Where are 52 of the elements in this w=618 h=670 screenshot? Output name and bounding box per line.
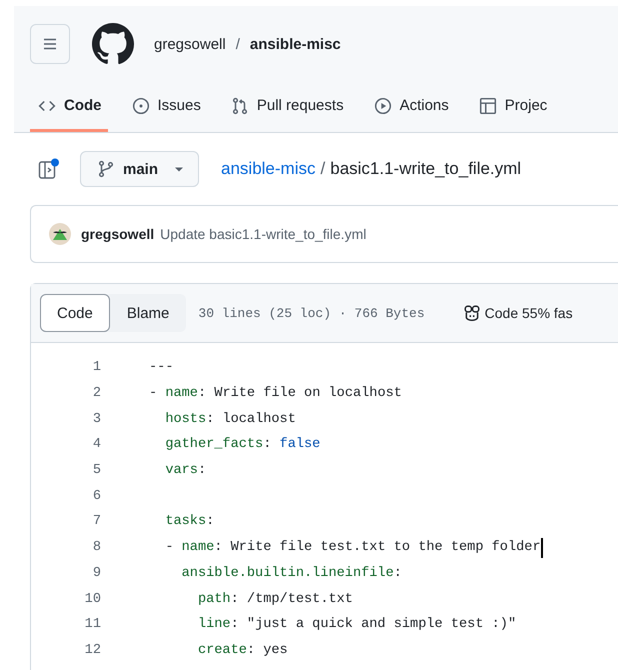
code-line: - name: Write file test.txt to the temp folder [164, 540, 541, 556]
code-line: gather_facts: false [164, 437, 320, 452]
view-toggle[interactable]: Blame [110, 294, 186, 332]
line-number: 8 [92, 540, 101, 556]
line-number: 10 [84, 592, 101, 607]
file-info: 30 lines (25 loc) · 766 Bytes [198, 306, 425, 320]
commit-message[interactable]: Update basic1.1-write_to_file.yml [160, 226, 366, 242]
pull-request-icon [230, 96, 249, 114]
line-number: 1 [92, 360, 101, 376]
line-number: 11 [84, 617, 101, 632]
nav-tab[interactable]: Code [30, 82, 108, 132]
line-number: 12 [84, 642, 101, 658]
robot-icon [462, 304, 481, 322]
repo-link[interactable]: ansible-misc [221, 159, 316, 179]
file-name: basic1.1-write_to_file.yml [330, 159, 522, 179]
menu-button[interactable] [30, 24, 70, 64]
commit-author[interactable]: gregsowell [81, 226, 154, 242]
code-line: hosts: localhost [164, 412, 296, 427]
code-line: ansible.builtin.lineinfile: [180, 566, 402, 581]
repo-link[interactable]: ansible-misc [250, 36, 341, 52]
code-line: - name: Write file on localhost [149, 386, 402, 402]
code-line: vars: [164, 463, 206, 478]
view-toggle[interactable]: Code [40, 294, 110, 332]
sidebar-toggle-icon[interactable] [38, 158, 60, 180]
table-icon [478, 96, 497, 114]
play-icon [374, 96, 392, 114]
line-number: 4 [92, 437, 101, 452]
nav-tab[interactable]: Projec [470, 82, 554, 132]
line-number: 2 [92, 386, 101, 402]
nav-tab[interactable]: Issues [124, 82, 207, 132]
menu-icon [42, 36, 58, 52]
line-number: 5 [92, 463, 101, 478]
path-separator: / [236, 36, 240, 52]
code-line: path: /tmp/test.txt [196, 592, 353, 607]
path-separator: / [320, 159, 326, 179]
branch-icon [97, 160, 115, 178]
octocat-logo-icon[interactable] [92, 23, 134, 65]
line-number: 7 [92, 514, 101, 530]
owner-link[interactable]: gregsowell [154, 36, 226, 52]
code-line: --- [149, 360, 174, 376]
line-number: 6 [92, 488, 101, 504]
line-number: 9 [92, 566, 101, 581]
avatar-icon[interactable] [49, 223, 71, 245]
copilot-label[interactable]: Code 55% fas [484, 305, 573, 321]
circle-dot-icon [132, 96, 150, 114]
nav-tab[interactable]: Pull requests [222, 82, 350, 132]
code-line: tasks: [164, 514, 214, 530]
code-line: create: yes [196, 642, 288, 658]
code-line: line: "just a quick and simple test :)" [196, 617, 516, 632]
line-number: 3 [92, 412, 101, 427]
nav-tab[interactable]: Actions [366, 82, 455, 132]
branch-button[interactable]: main [80, 151, 200, 187]
